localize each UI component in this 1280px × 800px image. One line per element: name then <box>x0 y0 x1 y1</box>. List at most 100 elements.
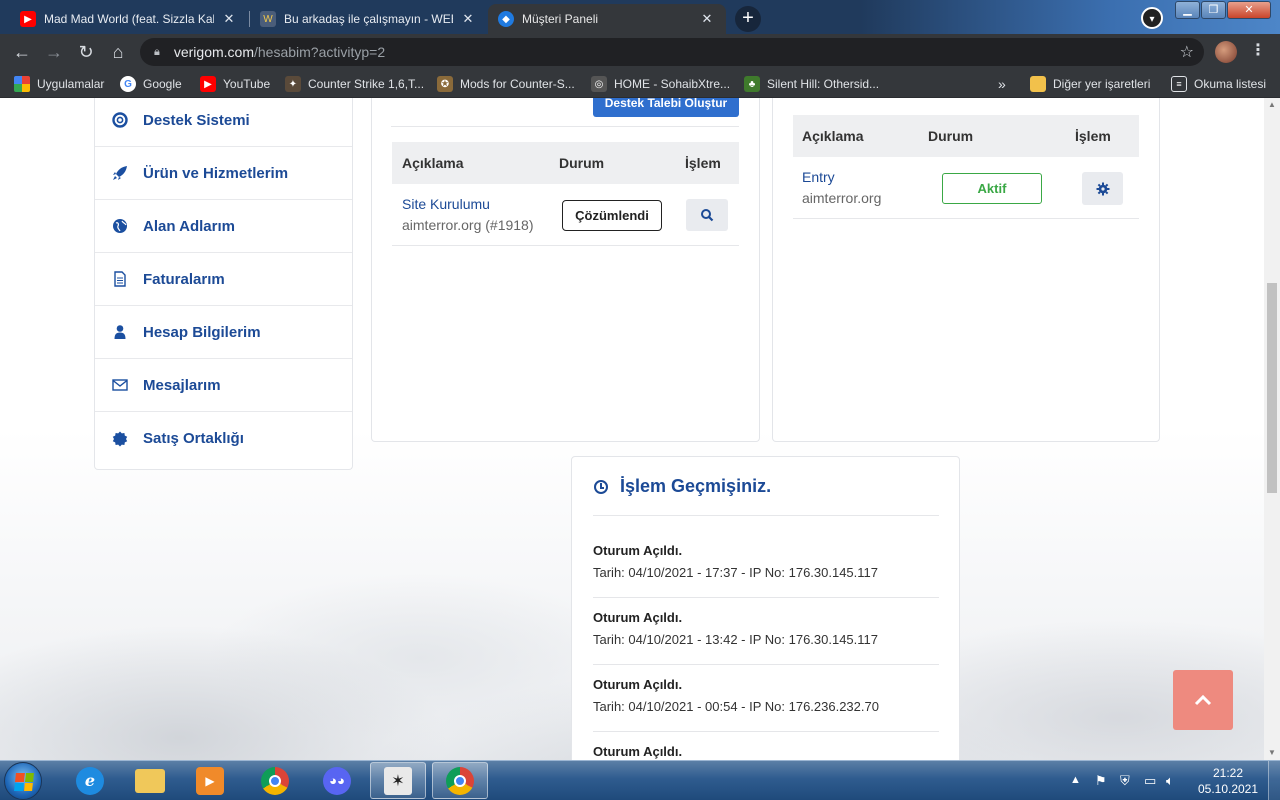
sidebar-item-alan-adlari[interactable]: Alan Adlarım <box>95 200 352 253</box>
sidebar-item-label: Mesajlarım <box>143 376 221 394</box>
sidebar-item-mesajlar[interactable]: Mesajlarım <box>95 359 352 412</box>
internet-explorer-icon: e <box>76 766 104 795</box>
lock-icon[interactable]: 🔒︎ <box>154 46 160 59</box>
chrome-icon <box>261 766 289 795</box>
scroll-to-top-button[interactable] <box>1173 670 1233 730</box>
tab-youtube[interactable]: ▶ Mad Mad World (feat. Sizzla Kalonji ✕ <box>10 4 248 34</box>
history-event: Oturum Açıldı. <box>593 744 683 759</box>
taskbar-counter-strike[interactable]: ✶ <box>370 762 426 799</box>
page-scrollbar[interactable]: ▲ ▼ <box>1264 98 1280 760</box>
windows-logo-icon <box>14 773 34 791</box>
taskbar-file-explorer[interactable] <box>122 762 178 799</box>
volume-icon[interactable]: 🔈︎ <box>1166 773 1174 800</box>
bookmark-counter-strike[interactable]: ✦ Counter Strike 1,6,T... <box>285 76 424 92</box>
manage-service-button[interactable] <box>1082 172 1123 205</box>
youtube-icon: ▶ <box>200 76 216 92</box>
menu-icon[interactable]: ⋮ <box>1250 40 1266 60</box>
close-tab-icon[interactable]: ✕ <box>698 11 716 27</box>
folder-icon <box>1030 76 1046 92</box>
taskbar-internet-explorer[interactable]: e <box>62 762 118 799</box>
bookmark-youtube[interactable]: ▶ YouTube <box>200 76 270 92</box>
reload-icon[interactable]: ↻ <box>71 37 101 67</box>
tray-overflow-icon[interactable]: ▲ <box>1070 774 1081 800</box>
bookmark-other[interactable]: Diğer yer işaretleri <box>1030 76 1150 92</box>
taskbar-chrome-active[interactable] <box>432 762 488 799</box>
sidebar-item-destek[interactable]: Destek Sistemi <box>95 98 352 147</box>
minimize-button[interactable]: ▁ <box>1175 1 1200 19</box>
ticket-subtitle: aimterror.org (#1918) <box>402 217 534 233</box>
browser-toolbar: ← → ↻ ⌂ 🔒︎ verigom.com /hesabim?activity… <box>0 34 1280 70</box>
bookmark-sohaib[interactable]: ◎ HOME - SohaibXtre... <box>591 76 730 92</box>
silenthill-icon: ♣ <box>744 76 760 92</box>
history-detail: Tarih: 04/10/2021 - 13:42 - IP No: 176.3… <box>593 632 879 647</box>
column-header: Durum <box>559 155 605 171</box>
history-title: İşlem Geçmişiniz. <box>620 476 772 496</box>
file-explorer-icon <box>135 768 165 793</box>
search-icon <box>701 209 714 222</box>
new-tab-button[interactable]: + <box>735 6 761 32</box>
taskbar-discord[interactable]: ◕◕ <box>309 762 365 799</box>
back-icon[interactable]: ← <box>7 37 37 67</box>
show-desktop-button[interactable] <box>1268 761 1280 800</box>
sidebar-item-label: Hesap Bilgilerim <box>143 323 261 341</box>
address-host: verigom.com <box>173 44 254 60</box>
sidebar-item-urunler[interactable]: Ürün ve Hizmetlerim <box>95 147 352 200</box>
start-button[interactable] <box>4 762 42 800</box>
close-tab-icon[interactable]: ✕ <box>220 11 238 27</box>
mods-icon: ✪ <box>437 76 453 92</box>
sidebar-item-label: Satış Ortaklığı <box>143 430 244 447</box>
support-table-header: Açıklama Durum İşlem <box>392 142 739 184</box>
action-center-icon[interactable]: ⚑ <box>1095 773 1107 800</box>
column-header: Durum <box>928 128 974 144</box>
scroll-down-arrow-icon[interactable]: ▼ <box>1264 746 1280 760</box>
bookmark-label: Google <box>143 77 182 91</box>
chrome-active-icon <box>446 766 474 795</box>
bookmark-apps[interactable]: Uygulamalar <box>14 76 104 92</box>
tab-search-icon[interactable]: ▾ <box>1141 7 1163 29</box>
scroll-up-arrow-icon[interactable]: ▲ <box>1264 98 1280 112</box>
history-event: Oturum Açıldı. <box>593 677 683 692</box>
apps-grid-icon <box>14 76 30 92</box>
create-ticket-button[interactable]: Destek Talebi Oluştur <box>593 98 739 117</box>
sidebar-item-satis-ortakligi[interactable]: Satış Ortaklığı <box>95 412 352 465</box>
taskbar-media-player[interactable]: ▶ <box>182 762 238 799</box>
webmaster-icon: W <box>260 11 276 27</box>
ticket-title-link[interactable]: Site Kurulumu <box>402 196 490 212</box>
reading-list-label: Okuma listesi <box>1194 77 1267 91</box>
sohaib-icon: ◎ <box>591 76 607 92</box>
close-tab-icon[interactable]: ✕ <box>459 11 477 27</box>
address-bar[interactable]: 🔒︎ verigom.com /hesabim?activityp=2 ☆ <box>140 38 1204 66</box>
reading-list[interactable]: ≡ Okuma listesi <box>1171 76 1266 92</box>
invoice-icon <box>111 270 129 288</box>
tab-title: Müşteri Paneli <box>522 12 599 26</box>
bookmark-silent-hill[interactable]: ♣ Silent Hill: Othersid... <box>744 76 879 92</box>
sidebar-item-faturalar[interactable]: Faturalarım <box>95 253 352 306</box>
bookmark-star-icon[interactable]: ☆ <box>1180 42 1194 62</box>
network-icon[interactable]: ▭ <box>1144 773 1156 800</box>
bookmark-google[interactable]: G Google <box>120 76 182 92</box>
sidebar-item-label: Alan Adlarım <box>143 217 235 235</box>
scrollbar-thumb[interactable] <box>1267 283 1277 493</box>
security-icon[interactable]: ⛨ <box>1120 773 1130 800</box>
taskbar-chrome[interactable] <box>247 762 303 799</box>
history-event: Oturum Açıldı. <box>593 610 683 625</box>
view-ticket-button[interactable] <box>686 199 728 231</box>
history-item: Oturum Açıldı. Tarih: 04/10/2021 - 17:37… <box>593 531 939 598</box>
forward-icon[interactable]: → <box>39 37 69 67</box>
sidebar-item-hesap[interactable]: Hesap Bilgilerim <box>95 306 352 359</box>
google-icon: G <box>120 76 136 92</box>
history-item: Oturum Açıldı. Tarih: 04/10/2021 - 13:42… <box>593 598 939 665</box>
taskbar-clock[interactable]: 21:22 05.10.2021 <box>1196 765 1260 797</box>
bookmarks-bar: Uygulamalar G Google ▶ YouTube ✦ Counter… <box>0 70 1280 98</box>
home-icon[interactable]: ⌂ <box>103 37 133 67</box>
tab-webmaster[interactable]: W Bu arkadaş ile çalışmayın - WEBA ✕ <box>250 4 487 34</box>
rocket-icon <box>111 164 129 182</box>
tab-musteri-paneli[interactable]: ◆ Müşteri Paneli ✕ <box>488 4 726 34</box>
bookmark-mods[interactable]: ✪ Mods for Counter-S... <box>437 76 575 92</box>
maximize-button[interactable]: ❐ <box>1201 1 1226 19</box>
close-window-button[interactable]: ✕ <box>1227 1 1271 19</box>
site-icon: ◆ <box>498 11 514 27</box>
service-title-link[interactable]: Entry <box>802 169 835 185</box>
profile-avatar[interactable] <box>1215 41 1237 63</box>
bookmarks-overflow-button[interactable]: » <box>998 76 1006 92</box>
